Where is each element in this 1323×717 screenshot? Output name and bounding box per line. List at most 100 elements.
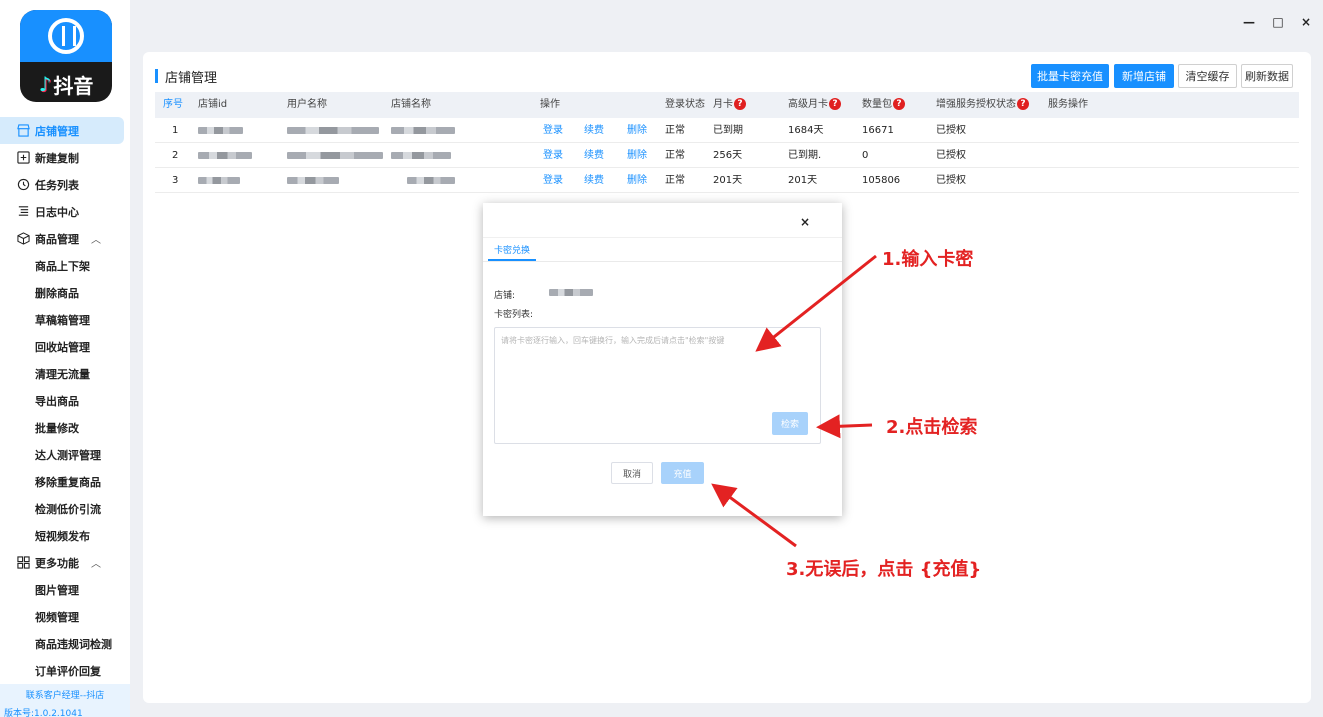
renew-link[interactable]: 续费 — [584, 118, 604, 143]
redacted-store-name — [391, 152, 451, 159]
sidebar-sub-item[interactable]: 达人测评管理 — [0, 441, 130, 468]
maximize-button[interactable]: □ — [1270, 14, 1286, 30]
sidebar-sub-item[interactable]: 检测低价引流 — [0, 495, 130, 522]
advanced-monthly-card: 已到期. — [788, 150, 822, 161]
redacted-store-value — [549, 289, 593, 296]
sidebar-sub-item[interactable]: 视频管理 — [0, 603, 130, 630]
log-icon — [16, 205, 30, 219]
sidebar-sub-item[interactable]: 订单评价回复 — [0, 657, 130, 684]
sidebar-sub-item[interactable]: 商品上下架 — [0, 252, 130, 279]
sidebar-sub-item[interactable]: 导出商品 — [0, 387, 130, 414]
delete-link[interactable]: 删除 — [627, 118, 647, 143]
row-seq: 2 — [172, 150, 179, 161]
card-list-label: 卡密列表: — [494, 310, 534, 320]
sidebar-sub-item[interactable]: 清理无流量 — [0, 360, 130, 387]
help-icon[interactable]: ? — [1017, 98, 1029, 110]
login-status: 正常 — [665, 150, 685, 161]
login-status: 正常 — [665, 175, 685, 186]
help-icon[interactable]: ? — [734, 98, 746, 110]
redacted-store-id — [198, 127, 243, 134]
minimize-button[interactable]: — — [1241, 14, 1257, 30]
login-link[interactable]: 登录 — [543, 168, 563, 193]
table-header: 序号 店铺id 用户名称 店铺名称 操作 登录状态 月卡? 高级月卡? 数量包?… — [155, 92, 1299, 118]
auth-status: 已授权 — [936, 125, 966, 136]
logo-emblem-icon — [20, 10, 112, 62]
sidebar-item-log-center[interactable]: 日志中心 — [0, 198, 130, 225]
close-window-button[interactable]: × — [1298, 14, 1314, 30]
redacted-store-id — [198, 152, 252, 159]
store-icon — [16, 124, 30, 138]
sidebar-sub-item[interactable]: 回收站管理 — [0, 333, 130, 360]
login-link[interactable]: 登录 — [543, 118, 563, 143]
column-header: 服务操作 — [1048, 99, 1088, 110]
batch-card-recharge-button[interactable]: 批量卡密充值 — [1031, 64, 1109, 88]
dialog-close-button[interactable]: × — [800, 215, 810, 229]
chevron-up-icon: ︿ — [91, 235, 101, 246]
column-header: 登录状态 — [665, 99, 705, 110]
sidebar-item-label: 日志中心 — [35, 205, 79, 219]
recharge-button[interactable]: 充值 — [661, 462, 704, 484]
monthly-card: 201天 — [713, 175, 743, 186]
table-row: 1 登录 续费 删除 正常 已到期 1684天 16671 已授权 — [155, 118, 1299, 143]
annotation-step3: 3.无误后，点击 {充值} — [786, 559, 982, 580]
table-row: 3 登录 续费 删除 正常 201天 201天 105806 已授权 — [155, 168, 1299, 193]
search-button[interactable]: 检索 — [772, 412, 808, 435]
table-row: 2 登录 续费 删除 正常 256天 已到期. 0 已授权 — [155, 143, 1299, 168]
clear-cache-button[interactable]: 清空缓存 — [1178, 64, 1237, 88]
sidebar-sub-item[interactable]: 商品违规词检测 — [0, 630, 130, 657]
sidebar-footer: 联系客户经理--抖店 版本号:1.0.2.1041 — [0, 684, 130, 717]
store-label: 店铺: — [494, 291, 516, 301]
page-title: 店铺管理 — [155, 68, 217, 86]
redacted-store-name — [407, 177, 455, 184]
column-header: 店铺名称 — [391, 99, 431, 110]
sidebar-item-label: 更多功能 — [35, 556, 79, 570]
annotation-step2: 2.点击检索 — [886, 417, 978, 438]
help-icon[interactable]: ? — [829, 98, 841, 110]
sidebar-sub-item[interactable]: 图片管理 — [0, 576, 130, 603]
tiktok-note-icon: ♪ — [38, 72, 52, 96]
row-seq: 1 — [172, 125, 179, 136]
textarea-placeholder: 请将卡密逐行输入，回车键换行，输入完成后请点击"检索"按键 — [501, 336, 725, 345]
version-label: 版本号:1.0.2.1041 — [4, 709, 83, 717]
delete-link[interactable]: 删除 — [627, 143, 647, 168]
add-store-button[interactable]: 新增店铺 — [1114, 64, 1174, 88]
monthly-card: 已到期 — [713, 125, 743, 136]
sidebar: ♪ 抖音 店铺管理 新建复制 任务列表 日志中心 商品管理 ︿ 商品上下架 删除… — [0, 0, 130, 717]
refresh-data-button[interactable]: 刷新数据 — [1241, 64, 1293, 88]
monthly-card: 256天 — [713, 150, 743, 161]
sidebar-sub-item[interactable]: 批量修改 — [0, 414, 130, 441]
chevron-up-icon: ︿ — [91, 559, 101, 570]
sidebar-item-label: 店铺管理 — [35, 124, 79, 138]
sidebar-sub-item[interactable]: 草稿箱管理 — [0, 306, 130, 333]
sidebar-item-more-features[interactable]: 更多功能 ︿ — [0, 549, 130, 576]
sidebar-sub-item[interactable]: 短视频发布 — [0, 522, 130, 549]
sidebar-item-label: 任务列表 — [35, 178, 79, 192]
tab-card-redeem[interactable]: 卡密兑换 — [488, 243, 536, 261]
card-redeem-dialog: × 卡密兑换 店铺: 卡密列表: 请将卡密逐行输入，回车键换行，输入完成后请点击… — [483, 203, 842, 516]
quantity-package: 0 — [862, 150, 869, 161]
redacted-user-name — [287, 127, 379, 134]
renew-link[interactable]: 续费 — [584, 168, 604, 193]
contact-manager-link[interactable]: 联系客户经理--抖店 — [0, 688, 130, 701]
auth-status: 已授权 — [936, 175, 966, 186]
sidebar-item-store-management[interactable]: 店铺管理 — [0, 117, 124, 144]
sidebar-sub-item[interactable]: 删除商品 — [0, 279, 130, 306]
cancel-button[interactable]: 取消 — [611, 462, 653, 484]
advanced-monthly-card: 1684天 — [788, 125, 824, 136]
quantity-package: 105806 — [862, 175, 901, 186]
box-icon — [16, 232, 30, 246]
sidebar-sub-item[interactable]: 移除重复商品 — [0, 468, 130, 495]
renew-link[interactable]: 续费 — [584, 143, 604, 168]
column-header: 数量包? — [862, 92, 905, 118]
column-header[interactable]: 序号 — [163, 92, 183, 118]
login-status: 正常 — [665, 125, 685, 136]
sidebar-item-goods-management[interactable]: 商品管理 ︿ — [0, 225, 130, 252]
column-header: 高级月卡? — [788, 92, 841, 118]
sidebar-item-label: 新建复制 — [35, 151, 79, 165]
delete-link[interactable]: 删除 — [627, 168, 647, 193]
help-icon[interactable]: ? — [893, 98, 905, 110]
column-header: 用户名称 — [287, 99, 327, 110]
login-link[interactable]: 登录 — [543, 143, 563, 168]
sidebar-item-task-list[interactable]: 任务列表 — [0, 171, 130, 198]
sidebar-item-new-copy[interactable]: 新建复制 — [0, 144, 130, 171]
